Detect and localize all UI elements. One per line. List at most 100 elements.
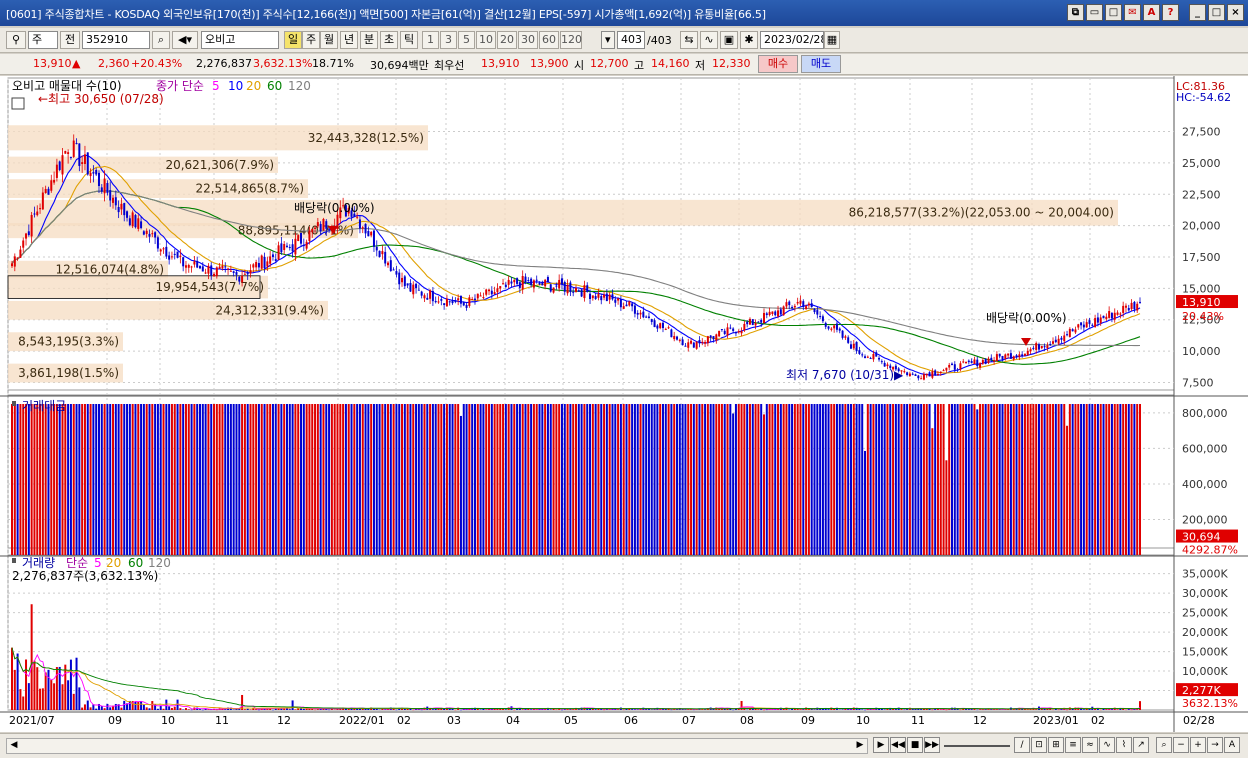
scroll-right-icon[interactable]: ▶ [853, 739, 867, 751]
scroll-left-icon[interactable]: ◀ [7, 739, 21, 751]
minus-icon[interactable]: − [1173, 737, 1189, 753]
search-icon[interactable]: ⌕ [152, 31, 170, 49]
interval-button-20[interactable]: 20 [497, 31, 517, 49]
candle-body [765, 313, 768, 316]
settings-icon[interactable]: ✱ [740, 31, 758, 49]
zoom-in-icon[interactable]: ⌕ [1156, 737, 1172, 753]
candle-body [423, 295, 426, 299]
calendar-icon[interactable]: ▦ [824, 31, 840, 49]
candle-body [690, 340, 693, 344]
amount-bar [126, 404, 129, 555]
stock-name-field[interactable]: 오비고 [201, 31, 279, 49]
legend-ma-period: 20 [246, 79, 261, 93]
amount-bar [482, 404, 485, 555]
font-size-icon[interactable]: A [1224, 737, 1240, 753]
scroll-arrows-icon[interactable]: ⇆ [680, 31, 698, 49]
interval-button-1[interactable]: 1 [422, 31, 439, 49]
volume-bar [86, 700, 89, 710]
candle-body [154, 232, 157, 238]
high-price: 14,160 [651, 57, 690, 70]
interval-button-120[interactable]: 120 [560, 31, 582, 49]
period-button-5[interactable]: 초 [380, 31, 398, 49]
volume-bar [64, 664, 67, 710]
date-input[interactable]: 2023/02/28 [760, 31, 824, 49]
market-select[interactable]: 주 [28, 31, 58, 49]
speaker-icon[interactable]: ◀▾ [172, 31, 198, 49]
period-button-1[interactable]: 주 [302, 31, 320, 49]
play-icon[interactable]: ▶ [873, 737, 889, 753]
period-button-4[interactable]: 분 [360, 31, 378, 49]
candle-body [939, 371, 942, 373]
interval-button-5[interactable]: 5 [458, 31, 475, 49]
amount-bar [204, 404, 207, 555]
rewind-icon[interactable]: ◀◀ [890, 737, 906, 753]
price-tick-label: 10,000 [1182, 345, 1221, 358]
draw-tool-icon-6[interactable]: ∿ [1099, 737, 1115, 753]
amount-bar [165, 404, 168, 555]
stock-code-input[interactable]: 352910 [82, 31, 150, 49]
bid-price-1: 13,910 [481, 57, 520, 70]
draw-tool-icon-5[interactable]: ≈ [1082, 737, 1098, 753]
chart-scrollbar[interactable]: ◀ ▶ [6, 738, 868, 754]
link-icon[interactable]: ⧉ [1067, 4, 1084, 21]
period-button-0[interactable]: 일 [284, 31, 302, 49]
amount-bar [78, 404, 81, 555]
candle-body [642, 311, 645, 318]
help-icon[interactable]: ? [1162, 4, 1179, 21]
zoom-slider[interactable] [944, 745, 1010, 747]
candle-body [415, 283, 418, 289]
draw-tool-icon-3[interactable]: ⊞ [1048, 737, 1064, 753]
minimize-button[interactable]: _ [1189, 4, 1206, 21]
volume-bar [162, 708, 165, 710]
draw-tool-icon-7[interactable]: ⌇ [1116, 737, 1132, 753]
candle-body [496, 288, 499, 293]
save-icon[interactable]: ▣ [720, 31, 738, 49]
reset-icon[interactable]: → [1207, 737, 1223, 753]
font-icon[interactable]: A [1143, 4, 1160, 21]
amount-bar [1032, 404, 1035, 555]
dropdown-icon[interactable]: ▾ [601, 31, 615, 49]
price-change-pct: +20.43% [131, 57, 183, 70]
draw-tool-icon-8[interactable]: ↗ [1133, 737, 1149, 753]
sell-button[interactable]: 매도 [801, 55, 841, 73]
stock-chart-svg[interactable]: 32,443,328(12.5%) 20,621,306(7.9%) 22,514,… [0, 76, 1248, 732]
window-icon[interactable]: □ [1105, 4, 1122, 21]
buy-button[interactable]: 매수 [758, 55, 798, 73]
chart-area[interactable]: 32,443,328(12.5%) 20,621,306(7.9%) 22,514,… [0, 76, 1248, 732]
volume-bar [633, 709, 636, 710]
alert-icon[interactable]: ✉ [1124, 4, 1141, 21]
interval-button-60[interactable]: 60 [539, 31, 559, 49]
legend-ma-period: 5 [212, 79, 220, 93]
interval-button-3[interactable]: 3 [440, 31, 457, 49]
layout-icon[interactable]: ▭ [1086, 4, 1103, 21]
amount-bar [364, 404, 367, 555]
indicator-icon[interactable]: ∿ [700, 31, 718, 49]
draw-tool-icon-2[interactable]: ⊡ [1031, 737, 1047, 753]
candle-body [356, 216, 359, 218]
draw-tool-icon-1[interactable]: ∕ [1014, 737, 1030, 753]
forward-icon[interactable]: ▶▶ [924, 737, 940, 753]
period-button-6[interactable]: 틱 [400, 31, 418, 49]
interval-button-10[interactable]: 10 [476, 31, 496, 49]
period-button-2[interactable]: 월 [320, 31, 338, 49]
candle-body [41, 192, 44, 210]
volume-tick-label: 30,000K [1182, 587, 1228, 600]
pin-icon[interactable]: ⚲ [6, 31, 26, 49]
volume: 2,276,837 [196, 57, 252, 70]
count-input[interactable]: 403 [617, 31, 645, 49]
volume-bar [687, 709, 690, 710]
maximize-button[interactable]: □ [1208, 4, 1225, 21]
close-button[interactable]: × [1227, 4, 1244, 21]
volume-bar [347, 709, 350, 710]
interval-button-30[interactable]: 30 [518, 31, 538, 49]
amount-bar [1060, 404, 1063, 555]
draw-tool-icon-4[interactable]: ≡ [1065, 737, 1081, 753]
prev-button[interactable]: 전 [60, 31, 80, 49]
stop-icon[interactable]: ■ [907, 737, 923, 753]
candle-body [403, 276, 406, 287]
candle-body [488, 289, 491, 292]
plus-icon[interactable]: + [1190, 737, 1206, 753]
candle-body [1071, 329, 1074, 332]
candle-body [687, 342, 690, 348]
period-button-3[interactable]: 년 [340, 31, 358, 49]
